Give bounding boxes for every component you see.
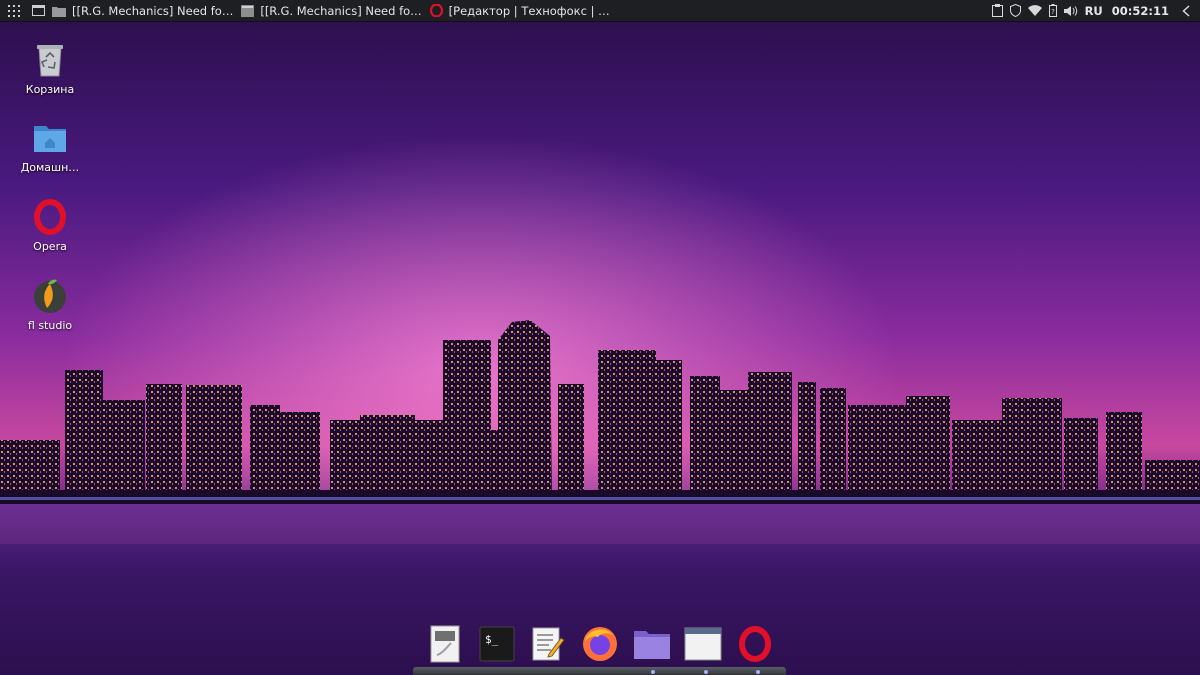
keyboard-layout-indicator[interactable]: RU [1085,4,1103,18]
taskbar-task-2[interactable]: [[R.G. Mechanics] Need fo… [237,0,425,22]
fl-studio-icon [34,279,66,313]
task-title: [[R.G. Mechanics] Need fo… [72,3,234,18]
collapse-arrow-icon[interactable] [1182,4,1190,17]
dock-item-terminal[interactable]: $_ [477,624,517,664]
dock-shelf [413,667,786,675]
browser-window-icon [52,6,66,17]
battery-icon[interactable]: ? [1048,4,1057,17]
dock-item-firefox[interactable] [580,624,620,664]
running-indicator [651,670,655,674]
terminal-prompt: $_ [485,633,499,646]
dock-item-text-editor[interactable] [528,624,568,664]
window-icon [684,627,722,661]
dock-item-files[interactable] [632,624,672,664]
running-indicator [704,670,708,674]
dock-item-file-viewer[interactable] [425,624,465,664]
show-desktop-icon[interactable] [28,0,48,22]
files-icon [633,631,670,659]
desktop-icon-home[interactable]: Домашн… [14,118,86,174]
clock[interactable]: 00:52:11 [1112,4,1169,18]
home-folder-icon [34,126,66,152]
file-viewer-icon [430,625,460,663]
desktop-icon-label: Opera [33,240,67,253]
desktop-wallpaper [0,0,1200,675]
opera-icon [429,4,443,17]
app-menu-grid-icon[interactable] [0,0,28,22]
desktop-icon-label: fl studio [27,319,73,332]
shield-icon[interactable] [1009,4,1021,17]
opera-icon [738,626,771,662]
desktop-icon-label: Корзина [25,83,75,96]
dock: $_ [413,620,787,668]
opera-icon [34,199,66,235]
trash-icon [37,45,63,77]
system-tray: ? RU 00:52:11 [991,0,1200,22]
dock-item-window[interactable] [683,624,723,664]
top-panel: [[R.G. Mechanics] Need fo… [[R.G. Mechan… [0,0,1200,22]
taskbar-task-3[interactable]: [Редактор | Технофокс | … [426,0,614,22]
dock-item-opera[interactable] [735,624,775,664]
desktop-icon-fl-studio[interactable]: fl studio [14,276,86,332]
game-window-icon [241,4,255,17]
task-title: [Редактор | Технофокс | … [448,3,610,18]
running-indicator [756,670,760,674]
wifi-icon[interactable] [1027,5,1042,16]
volume-icon[interactable] [1063,5,1078,17]
desktop-icon-trash[interactable]: Корзина [14,40,86,96]
svg-text:?: ? [1051,8,1055,16]
clipboard-icon[interactable] [991,4,1003,17]
terminal-icon: $_ [479,626,515,662]
desktop-icon-opera[interactable]: Opera [14,197,86,253]
task-title: [[R.G. Mechanics] Need fo… [260,3,422,18]
desktop-icon-label: Домашн… [20,161,80,174]
firefox-icon [582,627,617,661]
text-editor-icon [532,627,565,661]
taskbar-task-1[interactable]: [[R.G. Mechanics] Need fo… [48,0,237,22]
